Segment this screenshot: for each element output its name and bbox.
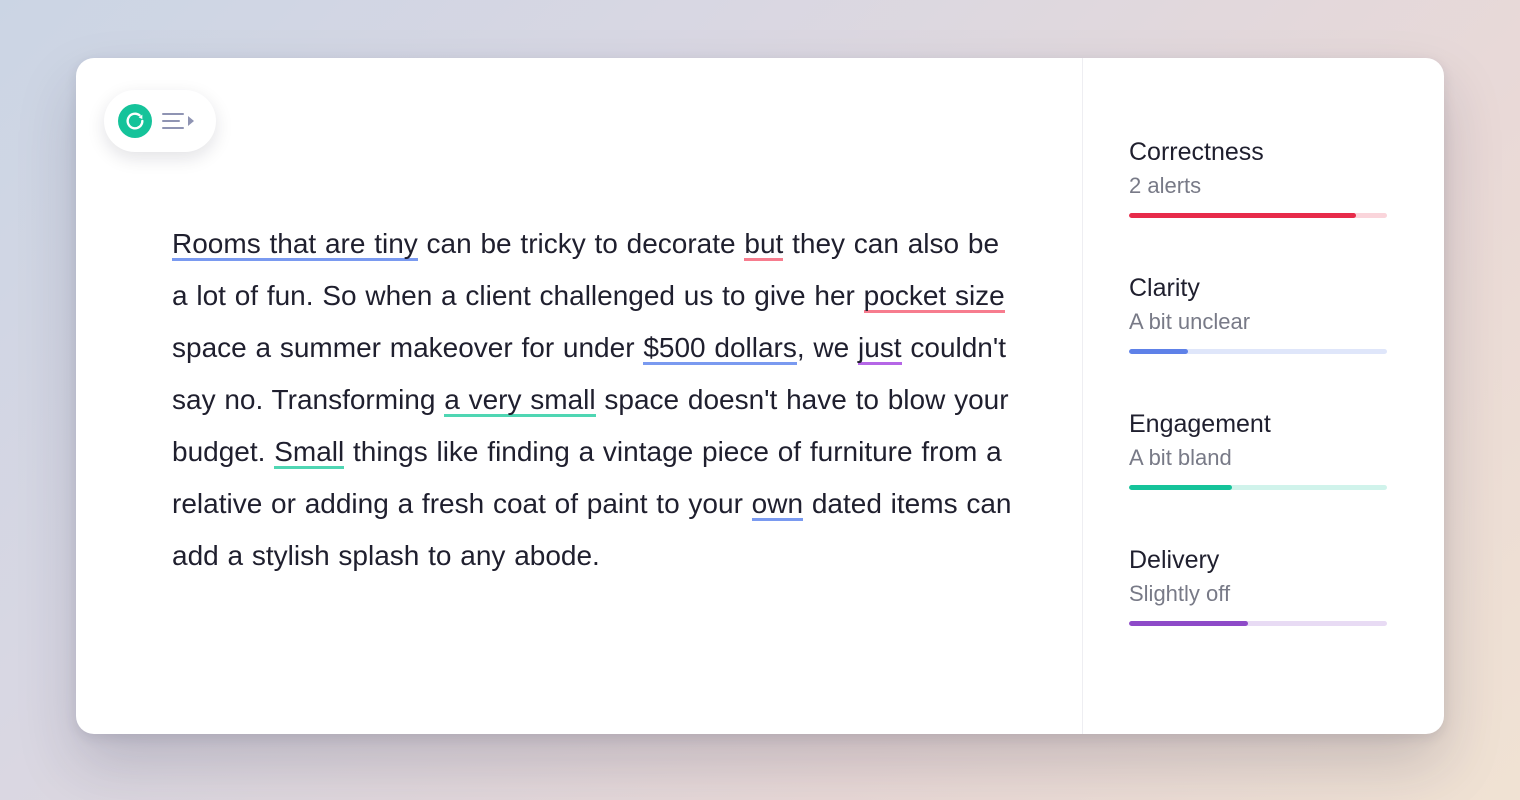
document-editor[interactable]: Rooms that are tiny can be tricky to dec… xyxy=(76,58,1082,734)
suggestion-underline-blue[interactable]: own xyxy=(752,488,803,521)
text-span[interactable]: space a summer makeover for under xyxy=(172,332,643,363)
toolbar-pill xyxy=(104,90,216,152)
suggestion-underline-teal[interactable]: a very small xyxy=(444,384,595,417)
metric-title: Clarity xyxy=(1129,274,1388,303)
suggestion-underline-blue[interactable]: Rooms that are tiny xyxy=(172,228,418,261)
document-text[interactable]: Rooms that are tiny can be tricky to dec… xyxy=(172,218,1022,582)
editor-card: Rooms that are tiny can be tricky to dec… xyxy=(76,58,1444,734)
metric-clarity[interactable]: Clarity A bit unclear xyxy=(1129,274,1388,354)
assistant-sidebar: Correctness 2 alerts Clarity A bit uncle… xyxy=(1082,58,1444,734)
metric-engagement[interactable]: Engagement A bit bland xyxy=(1129,410,1388,490)
metric-bar xyxy=(1129,485,1387,490)
grammarly-logo-icon[interactable] xyxy=(118,104,152,138)
suggestion-underline-red[interactable]: pocket size xyxy=(864,280,1005,313)
metric-title: Correctness xyxy=(1129,138,1388,167)
metric-bar xyxy=(1129,213,1387,218)
metric-subtitle: Slightly off xyxy=(1129,581,1388,607)
suggestion-underline-blue[interactable]: $500 dollars xyxy=(643,332,797,365)
text-span[interactable]: can be tricky to decorate xyxy=(418,228,745,259)
metric-subtitle: A bit bland xyxy=(1129,445,1388,471)
chevron-right-icon xyxy=(188,116,194,126)
metric-title: Delivery xyxy=(1129,546,1388,575)
metric-subtitle: A bit unclear xyxy=(1129,309,1388,335)
metric-bar xyxy=(1129,621,1387,626)
outline-lines-icon xyxy=(162,113,184,129)
suggestion-underline-purple[interactable]: just xyxy=(858,332,902,365)
text-span[interactable]: , we xyxy=(797,332,858,363)
suggestion-underline-red[interactable]: but xyxy=(744,228,783,261)
metric-correctness[interactable]: Correctness 2 alerts xyxy=(1129,138,1388,218)
metric-title: Engagement xyxy=(1129,410,1388,439)
suggestion-underline-teal[interactable]: Small xyxy=(274,436,344,469)
metric-bar xyxy=(1129,349,1387,354)
metric-subtitle: 2 alerts xyxy=(1129,173,1388,199)
metric-delivery[interactable]: Delivery Slightly off xyxy=(1129,546,1388,626)
outline-toggle[interactable] xyxy=(162,113,194,129)
